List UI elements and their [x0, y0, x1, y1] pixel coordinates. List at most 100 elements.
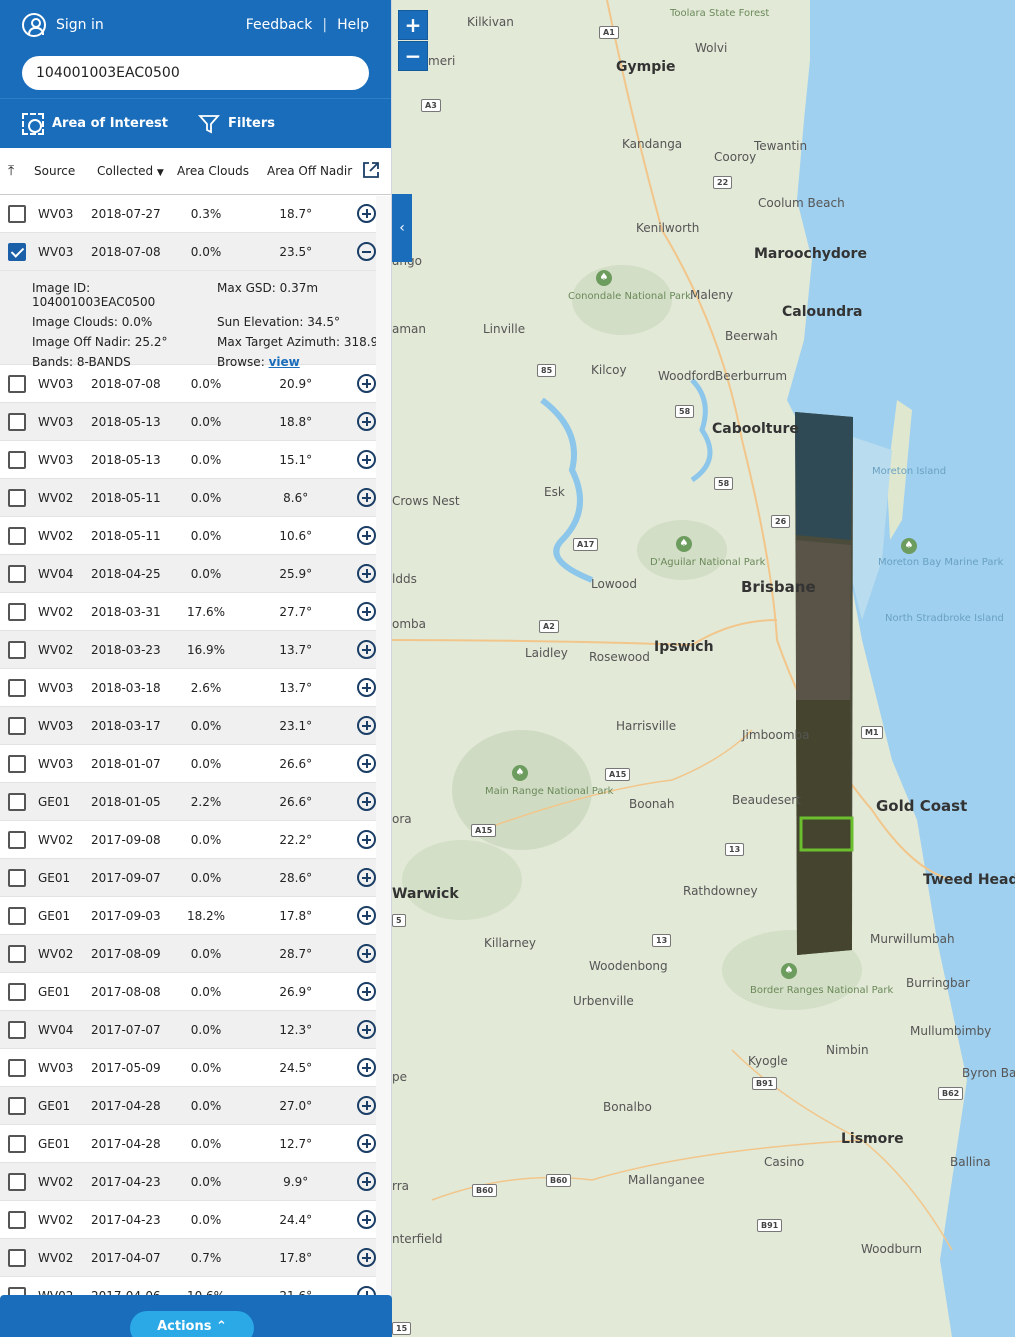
table-row[interactable]: GE01 2017-04-28 0.0% 12.7° — [0, 1125, 376, 1163]
table-row[interactable]: WV03 2018-07-27 0.3% 18.7° — [0, 195, 376, 233]
table-row[interactable]: WV02 2018-03-23 16.9% 13.7° — [0, 631, 376, 669]
row-checkbox[interactable] — [8, 640, 26, 659]
expand-details-icon[interactable] — [357, 488, 376, 507]
row-checkbox[interactable] — [8, 488, 26, 507]
expand-details-icon[interactable] — [357, 450, 376, 469]
col-area-clouds[interactable]: Area Clouds — [177, 164, 267, 178]
collapse-details-icon[interactable] — [357, 242, 376, 261]
sign-in-link[interactable]: Sign in — [22, 13, 104, 37]
scrollbar[interactable] — [376, 196, 391, 1296]
feedback-link[interactable]: Feedback — [246, 17, 313, 33]
row-checkbox[interactable] — [8, 1134, 26, 1153]
table-row[interactable]: WV03 2018-07-08 0.0% 20.9° — [0, 365, 376, 403]
row-checkbox[interactable] — [8, 1058, 26, 1077]
col-area-off-nadir[interactable]: Area Off Nadir — [267, 164, 377, 178]
row-checkbox[interactable] — [8, 678, 26, 697]
table-row[interactable]: WV02 2018-03-31 17.6% 27.7° — [0, 593, 376, 631]
expand-details-icon[interactable] — [357, 526, 376, 545]
table-row[interactable]: GE01 2017-08-08 0.0% 26.9° — [0, 973, 376, 1011]
area-of-interest-button[interactable]: Area of Interest — [22, 112, 168, 135]
row-checkbox[interactable] — [8, 204, 26, 223]
expand-details-icon[interactable] — [357, 1210, 376, 1229]
expand-details-icon[interactable] — [357, 982, 376, 1001]
row-checkbox[interactable] — [8, 242, 26, 261]
table-row[interactable]: WV02 2018-05-11 0.0% 8.6° — [0, 479, 376, 517]
row-checkbox[interactable] — [8, 1020, 26, 1039]
expand-details-icon[interactable] — [357, 716, 376, 735]
table-row[interactable]: WV03 2018-01-07 0.0% 26.6° — [0, 745, 376, 783]
browse-view-link[interactable]: view — [269, 355, 300, 369]
row-checkbox[interactable] — [8, 754, 26, 773]
row-checkbox[interactable] — [8, 716, 26, 735]
expand-details-icon[interactable] — [357, 944, 376, 963]
expand-details-icon[interactable] — [357, 412, 376, 431]
expand-details-icon[interactable] — [357, 868, 376, 887]
expand-details-icon[interactable] — [357, 1096, 376, 1115]
table-row[interactable]: GE01 2018-01-05 2.2% 26.6° — [0, 783, 376, 821]
actions-button[interactable]: Actions ⌃ — [130, 1311, 254, 1337]
cell-collected: 2017-04-23 — [90, 1212, 161, 1227]
search-input[interactable] — [36, 65, 355, 81]
table-row[interactable]: WV04 2018-04-25 0.0% 25.9° — [0, 555, 376, 593]
table-row[interactable]: WV03 2017-05-09 0.0% 24.5° — [0, 1049, 376, 1087]
row-checkbox[interactable] — [8, 944, 26, 963]
col-source[interactable]: Source — [34, 164, 97, 178]
open-external-icon[interactable] — [362, 161, 380, 179]
expand-details-icon[interactable] — [357, 906, 376, 925]
table-row[interactable]: GE01 2017-04-28 0.0% 27.0° — [0, 1087, 376, 1125]
expand-details-icon[interactable] — [357, 1020, 376, 1039]
expand-details-icon[interactable] — [357, 678, 376, 697]
table-row[interactable]: WV03 2018-03-18 2.6% 13.7° — [0, 669, 376, 707]
detail-image-clouds: Image Clouds: 0.0% — [32, 315, 153, 329]
expand-details-icon[interactable] — [357, 1248, 376, 1267]
collapse-panel-button[interactable]: ‹ — [392, 194, 412, 262]
row-checkbox[interactable] — [8, 906, 26, 925]
expand-details-icon[interactable] — [357, 1058, 376, 1077]
zoom-out-button[interactable]: − — [398, 41, 428, 71]
row-checkbox[interactable] — [8, 868, 26, 887]
scroll-top-icon[interactable]: ⤒ — [8, 163, 34, 179]
expand-details-icon[interactable] — [357, 1172, 376, 1191]
row-checkbox[interactable] — [8, 412, 26, 431]
table-row[interactable]: WV02 2018-05-11 0.0% 10.6° — [0, 517, 376, 555]
row-checkbox[interactable] — [8, 450, 26, 469]
expand-details-icon[interactable] — [357, 754, 376, 773]
row-checkbox[interactable] — [8, 1248, 26, 1267]
table-row[interactable]: WV03 2018-03-17 0.0% 23.1° — [0, 707, 376, 745]
expand-details-icon[interactable] — [357, 640, 376, 659]
table-row[interactable]: WV03 2018-05-13 0.0% 18.8° — [0, 403, 376, 441]
table-row[interactable]: GE01 2017-09-03 18.2% 17.8° — [0, 897, 376, 935]
row-checkbox[interactable] — [8, 982, 26, 1001]
row-checkbox[interactable] — [8, 564, 26, 583]
table-row[interactable]: GE01 2017-09-07 0.0% 28.6° — [0, 859, 376, 897]
col-collected[interactable]: Collected ▼ — [97, 164, 177, 178]
row-checkbox[interactable] — [8, 792, 26, 811]
expand-details-icon[interactable] — [357, 792, 376, 811]
table-row[interactable]: WV02 2017-08-09 0.0% 28.7° — [0, 935, 376, 973]
row-checkbox[interactable] — [8, 830, 26, 849]
row-checkbox[interactable] — [8, 1096, 26, 1115]
expand-details-icon[interactable] — [357, 204, 376, 223]
expand-details-icon[interactable] — [357, 374, 376, 393]
table-row[interactable]: WV02 2017-09-08 0.0% 22.2° — [0, 821, 376, 859]
zoom-in-button[interactable]: + — [398, 10, 428, 40]
row-checkbox[interactable] — [8, 1210, 26, 1229]
row-checkbox[interactable] — [8, 1172, 26, 1191]
table-row[interactable]: WV02 2017-04-23 0.0% 24.4° — [0, 1201, 376, 1239]
row-checkbox[interactable] — [8, 374, 26, 393]
table-row[interactable]: WV02 2017-04-23 0.0% 9.9° — [0, 1163, 376, 1201]
help-link[interactable]: Help — [337, 17, 369, 33]
table-row[interactable]: WV04 2017-07-07 0.0% 12.3° — [0, 1011, 376, 1049]
search-box[interactable] — [22, 56, 369, 90]
expand-details-icon[interactable] — [357, 564, 376, 583]
filters-button[interactable]: Filters — [198, 113, 275, 135]
row-checkbox[interactable] — [8, 602, 26, 621]
expand-details-icon[interactable] — [357, 830, 376, 849]
table-row[interactable]: WV03 2018-05-13 0.0% 15.1° — [0, 441, 376, 479]
expand-details-icon[interactable] — [357, 602, 376, 621]
expand-details-icon[interactable] — [357, 1134, 376, 1153]
map-view[interactable]: Kilkivan Toolara State Forest Wolvi Gymp… — [392, 0, 1015, 1337]
row-checkbox[interactable] — [8, 526, 26, 545]
table-row[interactable]: WV03 2018-07-08 0.0% 23.5° — [0, 233, 376, 271]
table-row[interactable]: WV02 2017-04-07 0.7% 17.8° — [0, 1239, 376, 1277]
